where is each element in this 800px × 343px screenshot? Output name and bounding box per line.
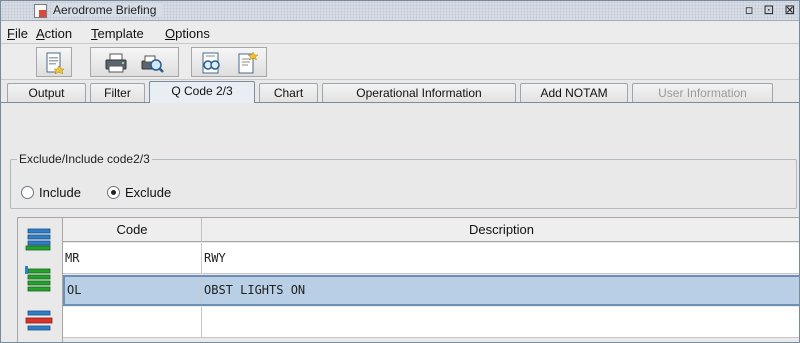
- table-header: Code Description: [63, 218, 799, 242]
- tab-q-code[interactable]: Q Code 2/3: [149, 81, 255, 103]
- add-row-icon[interactable]: [22, 222, 56, 256]
- qcode-table: Code Description MR RWY OL OBST LIGHTS O…: [63, 217, 799, 342]
- new-document-icon[interactable]: [41, 50, 67, 76]
- toolbar-group-template: [191, 47, 267, 77]
- include-radio[interactable]: Include: [21, 185, 81, 200]
- menu-options[interactable]: Options: [165, 26, 210, 41]
- column-header-description[interactable]: Description: [202, 218, 799, 242]
- include-radio-button[interactable]: [21, 186, 34, 199]
- exclude-include-group: [10, 159, 797, 209]
- view-icon[interactable]: [198, 50, 224, 76]
- maximize-icon[interactable]: ⊡: [761, 3, 777, 19]
- new-template-icon[interactable]: [234, 50, 260, 76]
- close-icon[interactable]: ⊠: [782, 3, 798, 19]
- restore-icon[interactable]: ▫: [741, 3, 757, 19]
- tab-divider: [1, 102, 799, 103]
- app-window: Aerodrome Briefing ▫ ⊡ ⊠ File Action Tem…: [0, 0, 800, 343]
- app-icon: [34, 4, 47, 18]
- print-icon[interactable]: [103, 50, 129, 76]
- tab-chart[interactable]: Chart: [259, 83, 318, 103]
- menu-file[interactable]: File: [7, 26, 28, 41]
- group-legend: Exclude/Include code2/3: [17, 152, 152, 166]
- window-title: Aerodrome Briefing: [53, 3, 163, 17]
- cell-description[interactable]: [202, 307, 799, 337]
- print-preview-icon[interactable]: [139, 50, 165, 76]
- insert-row-icon[interactable]: [22, 264, 56, 298]
- tab-output[interactable]: Output: [7, 83, 86, 103]
- tab-add-notam[interactable]: Add NOTAM: [520, 83, 628, 103]
- menu-action[interactable]: Action: [36, 26, 72, 41]
- cell-description[interactable]: OBST LIGHTS ON: [202, 277, 799, 304]
- tab-operational-information[interactable]: Operational Information: [322, 83, 516, 103]
- cell-code[interactable]: OL: [65, 277, 202, 304]
- include-label: Include: [39, 185, 81, 200]
- tab-filter[interactable]: Filter: [90, 83, 145, 103]
- delete-row-icon[interactable]: [22, 306, 56, 340]
- exclude-label: Exclude: [125, 185, 172, 200]
- cell-description[interactable]: RWY: [202, 243, 799, 273]
- exclude-radio[interactable]: Exclude: [107, 185, 171, 200]
- row-actions-strip: [17, 217, 63, 342]
- cell-code[interactable]: [63, 307, 202, 337]
- column-header-code[interactable]: Code: [63, 218, 202, 242]
- cell-code[interactable]: MR: [63, 243, 202, 273]
- toolbar-group-file: [36, 47, 72, 77]
- menu-bar: File Action Template Options: [1, 22, 799, 44]
- tab-user-information: User Information: [632, 83, 773, 103]
- title-bar[interactable]: Aerodrome Briefing ▫ ⊡ ⊠: [1, 1, 799, 21]
- toolbar-group-print: [90, 47, 179, 77]
- table-row-selected[interactable]: OL OBST LIGHTS ON: [63, 275, 799, 306]
- tab-bar: Output Filter Q Code 2/3 Chart Operation…: [1, 80, 799, 103]
- table-row[interactable]: [63, 307, 799, 338]
- table-row[interactable]: MR RWY: [63, 243, 799, 274]
- exclude-radio-button[interactable]: [107, 186, 120, 199]
- menu-template[interactable]: Template: [91, 26, 144, 41]
- toolbar: [1, 44, 799, 80]
